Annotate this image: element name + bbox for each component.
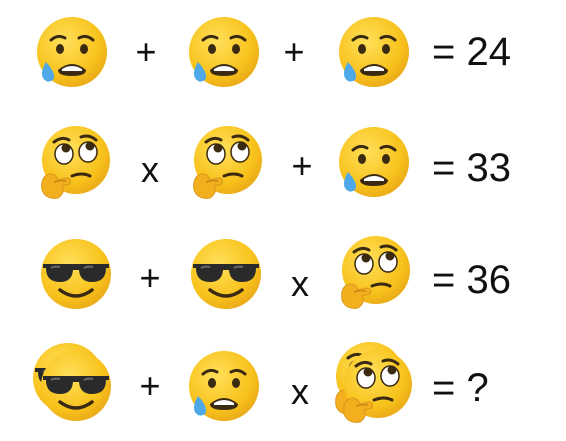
sunglasses-face-icon bbox=[38, 236, 114, 312]
row-result: = 36 bbox=[432, 258, 511, 302]
equation-row-4: + x = ? bbox=[0, 338, 566, 428]
anxious-sweat-face-icon bbox=[336, 124, 412, 200]
sunglasses-face-front-icon bbox=[38, 348, 114, 424]
operator-plus: + bbox=[283, 31, 305, 72]
row-result: = 33 bbox=[432, 146, 511, 190]
operator-times: x bbox=[141, 149, 159, 190]
thinking-eyeroll-face-icon bbox=[188, 124, 264, 200]
operator-plus: + bbox=[135, 31, 157, 72]
equation-row-3: + x = 36 bbox=[0, 228, 566, 318]
anxious-sweat-face-icon bbox=[336, 14, 412, 90]
operator-plus: + bbox=[139, 365, 161, 406]
row-result: = 24 bbox=[432, 30, 511, 74]
anxious-sweat-face-icon bbox=[186, 348, 262, 424]
equation-row-1: + + = 24 bbox=[0, 6, 566, 96]
anxious-sweat-face-icon bbox=[34, 14, 110, 90]
equation-row-2: x + = 33 bbox=[0, 116, 566, 206]
operator-times: x bbox=[291, 263, 309, 304]
operator-plus: + bbox=[291, 145, 313, 186]
operator-plus: + bbox=[139, 257, 161, 298]
sunglasses-face-icon bbox=[188, 236, 264, 312]
row-result-unknown: = ? bbox=[432, 366, 489, 410]
thinking-eyeroll-face-front-icon bbox=[338, 348, 414, 424]
thinking-eyeroll-face-icon bbox=[336, 234, 412, 310]
operator-times: x bbox=[291, 371, 309, 412]
anxious-sweat-face-icon bbox=[186, 14, 262, 90]
thinking-eyeroll-face-icon bbox=[36, 124, 112, 200]
